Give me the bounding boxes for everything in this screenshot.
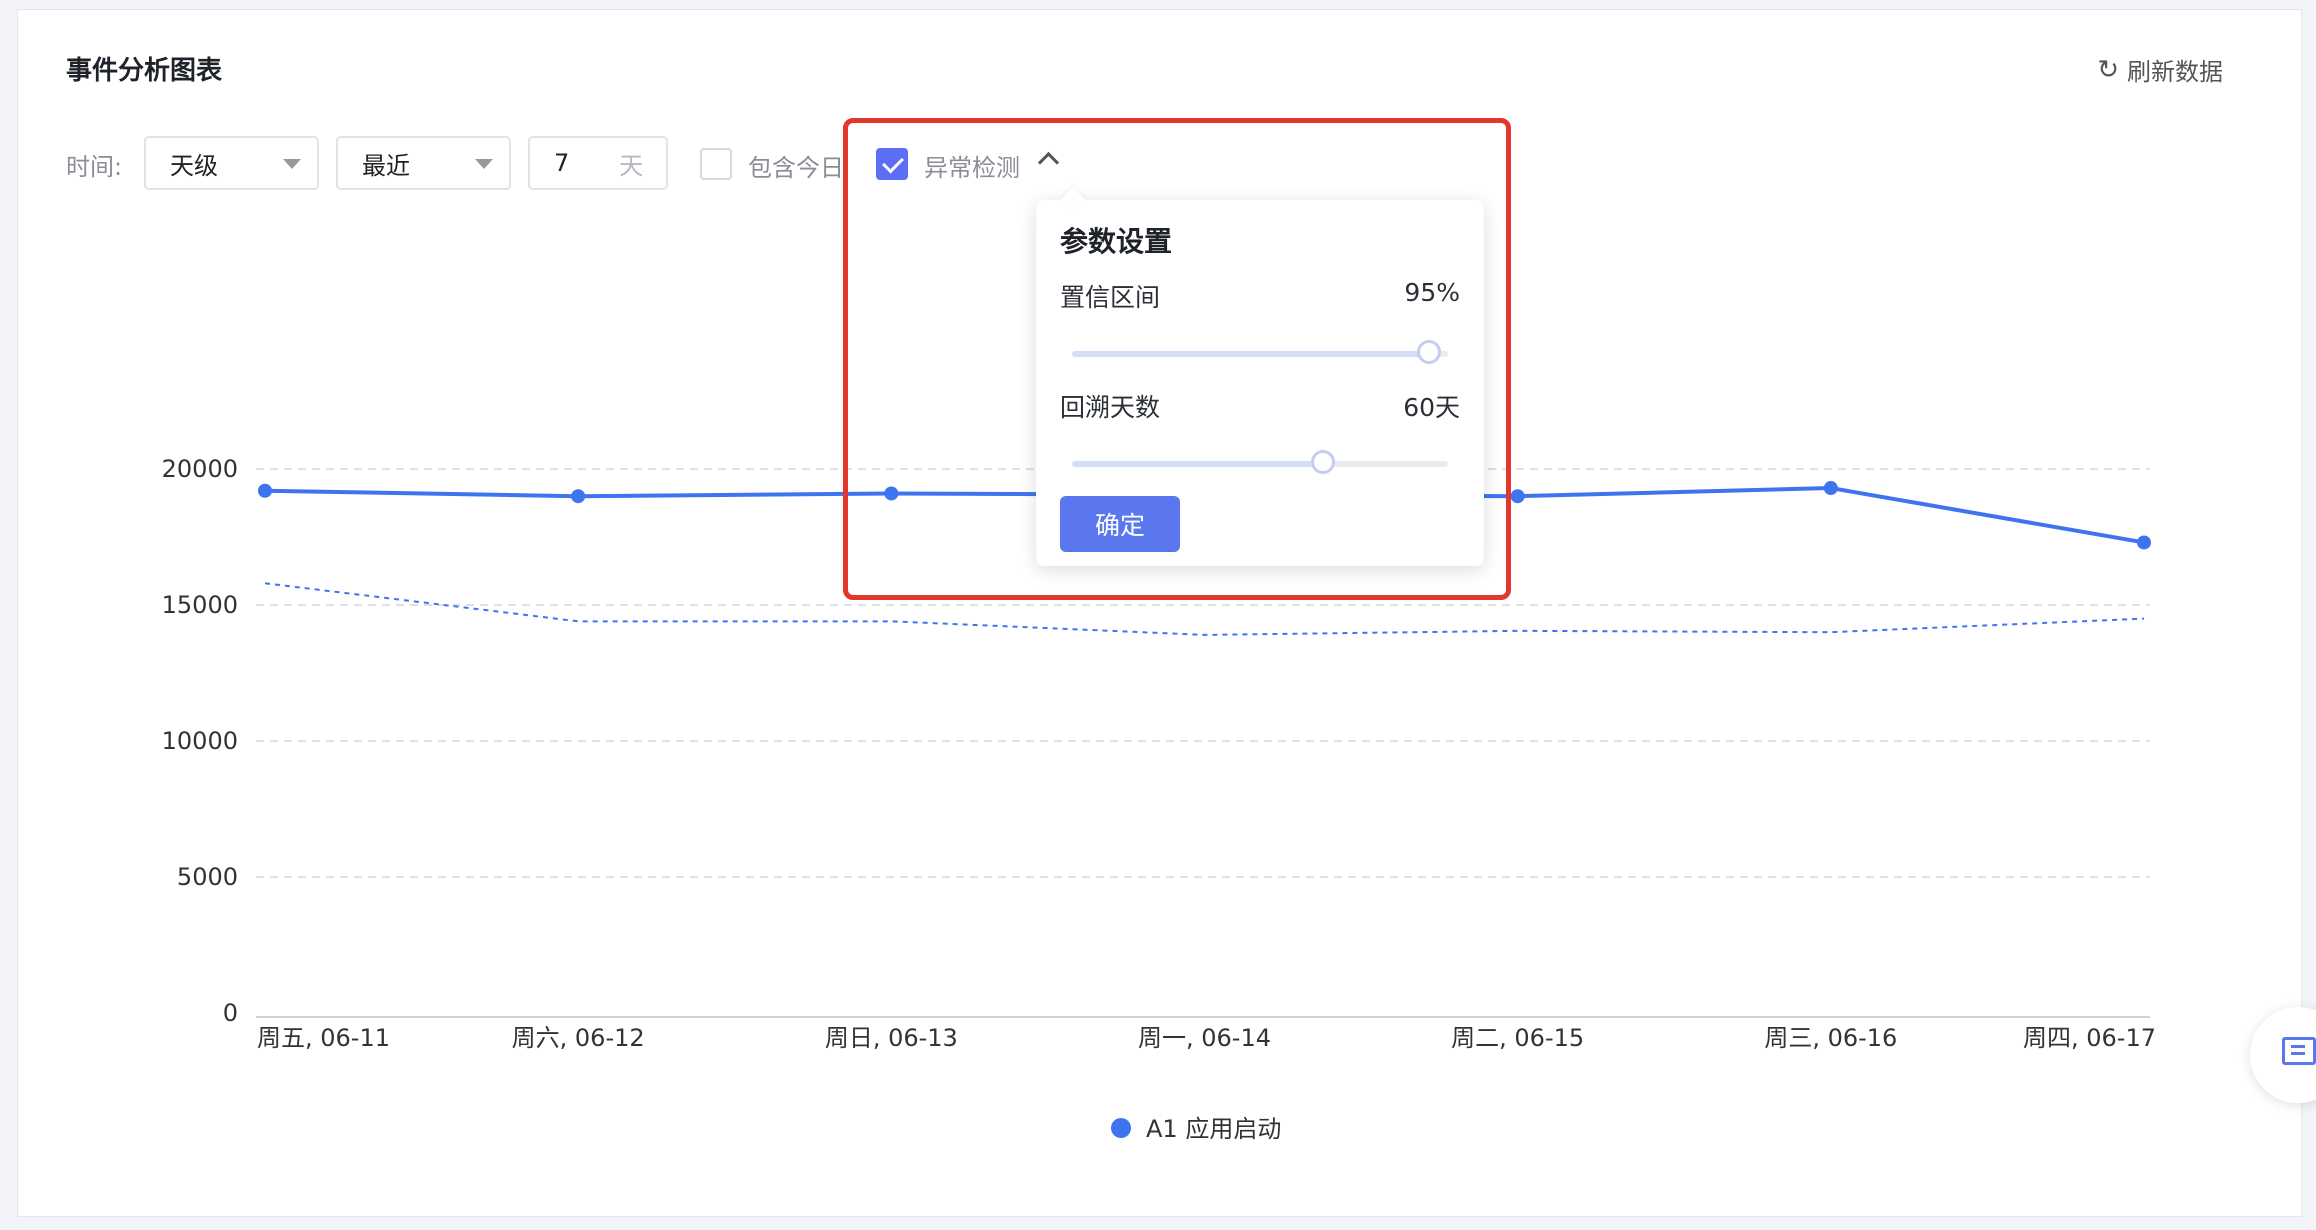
confidence-row: 置信区间 95%: [1060, 278, 1460, 314]
x-tick-label: 周六, 06-12: [512, 1024, 645, 1052]
line-chart: 20000 15000 10000 5000 0 周五, 06-11 周六, 06-12 周…: [162, 455, 2156, 1143]
lookback-slider[interactable]: [1072, 450, 1448, 474]
data-point[interactable]: [884, 486, 899, 501]
chat-icon: [2282, 1037, 2316, 1065]
x-tick-label: 周二, 06-15: [1451, 1024, 1584, 1052]
confidence-slider[interactable]: [1072, 340, 1448, 364]
confidence-slider-handle[interactable]: [1417, 340, 1442, 364]
confidence-value: 95%: [1404, 278, 1460, 307]
confidence-label: 置信区间: [1060, 283, 1161, 312]
lookback-row: 回溯天数 60天: [1060, 388, 1460, 424]
y-tick-label: 20000: [162, 455, 238, 483]
lookback-slider-handle[interactable]: [1310, 450, 1335, 474]
popover-title: 参数设置: [1060, 225, 1173, 258]
lookback-slider-fill: [1072, 461, 1323, 467]
parameter-settings-popover: 参数设置 置信区间 95% 回溯天数 60天 确定: [1036, 187, 1484, 566]
y-tick-label: 15000: [162, 591, 238, 619]
confidence-slider-fill: [1072, 351, 1430, 357]
x-tick-label: 周四, 06-17: [2023, 1024, 2156, 1052]
y-tick-label: 0: [223, 999, 238, 1027]
legend-marker: [1111, 1118, 1131, 1138]
anomaly-baseline-line: [264, 582, 2145, 636]
lookback-value: 60天: [1403, 393, 1460, 422]
y-tick-label: 10000: [162, 727, 238, 755]
data-point[interactable]: [1823, 481, 1838, 496]
x-tick-label: 周五, 06-11: [257, 1024, 390, 1052]
legend-label[interactable]: A1 应用启动: [1146, 1115, 1281, 1143]
x-tick-label: 周日, 06-13: [825, 1024, 958, 1052]
lookback-label: 回溯天数: [1060, 393, 1161, 422]
y-tick-label: 5000: [177, 863, 238, 891]
x-tick-label: 周三, 06-16: [1764, 1024, 1897, 1052]
data-point[interactable]: [2137, 535, 2151, 550]
x-tick-label: 周一, 06-14: [1138, 1024, 1271, 1052]
data-point[interactable]: [571, 489, 586, 504]
data-point[interactable]: [1510, 489, 1525, 504]
data-point[interactable]: [258, 483, 272, 498]
confirm-button[interactable]: 确定: [1060, 496, 1180, 552]
